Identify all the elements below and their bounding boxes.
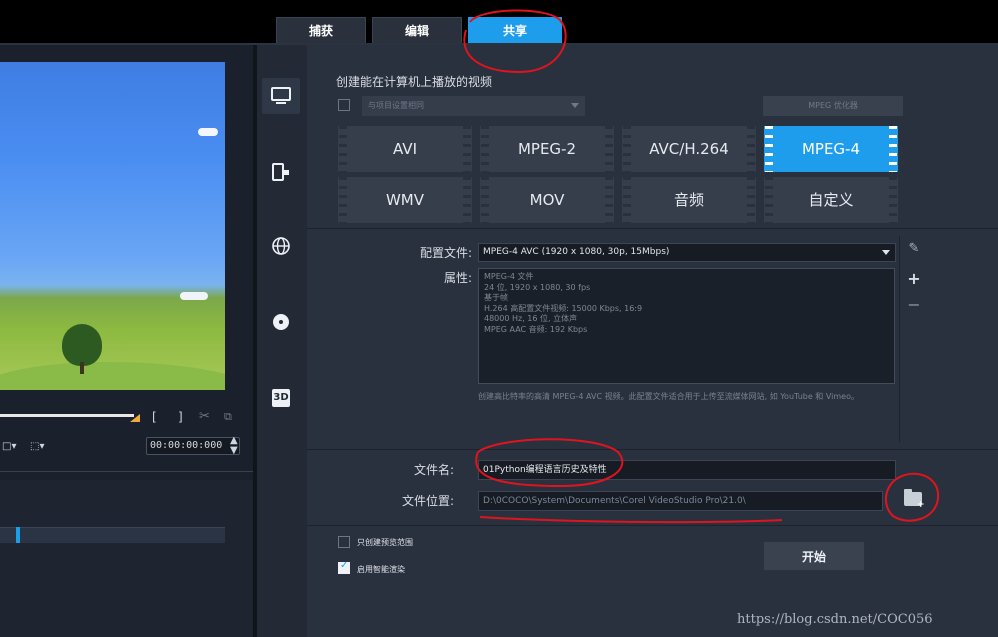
scissors-icon[interactable]: ✂ bbox=[199, 409, 210, 424]
filename-label: 文件名: bbox=[413, 463, 454, 477]
timecode-stepper-icon[interactable]: ▲ ▼ bbox=[230, 436, 238, 456]
format-avc-h264-button[interactable]: AVC/H.264 bbox=[622, 126, 756, 172]
section-divider bbox=[307, 525, 998, 526]
remove-profile-icon[interactable]: − bbox=[906, 295, 922, 314]
timecode-value: 00:00:00:000 bbox=[150, 440, 223, 451]
aspect-menu-icon[interactable]: □▾ bbox=[2, 441, 16, 452]
format-mpeg4-button[interactable]: MPEG-4 bbox=[764, 126, 898, 172]
timeline-track[interactable] bbox=[0, 527, 225, 543]
preview-cloud bbox=[198, 128, 218, 136]
same-as-project-dropdown: 与项目设置相同 bbox=[362, 96, 585, 116]
property-line: MPEG-4 文件 bbox=[484, 272, 534, 281]
web-globe-icon[interactable] bbox=[262, 228, 300, 264]
property-line: MPEG AAC 音频: 192 Kbps bbox=[484, 324, 588, 334]
computer-icon[interactable] bbox=[262, 78, 300, 114]
left-divider bbox=[0, 471, 253, 472]
start-button[interactable]: 开始 bbox=[763, 541, 865, 571]
scrub-bar[interactable] bbox=[0, 414, 134, 417]
top-tab-bar: 捕获 编辑 共享 bbox=[0, 0, 998, 44]
format-audio-button[interactable]: 音频 bbox=[622, 177, 756, 223]
disc-icon[interactable] bbox=[262, 304, 300, 340]
profile-value: MPEG-4 AVC (1920 x 1080, 30p, 15Mbps) bbox=[483, 247, 670, 257]
profile-label: 配置文件: bbox=[419, 246, 472, 260]
properties-label: 属性: bbox=[443, 271, 472, 285]
property-line: 基于帧 bbox=[484, 293, 508, 302]
file-location-label: 文件位置: bbox=[401, 494, 454, 508]
tab-share[interactable]: 共享 bbox=[468, 17, 562, 44]
preview-range-label: 只创建预览范围 bbox=[357, 538, 413, 547]
same-as-project-checkbox[interactable] bbox=[338, 99, 350, 111]
preview-range-checkbox[interactable] bbox=[338, 536, 350, 548]
mark-in-button[interactable]: [ bbox=[152, 410, 157, 424]
folder-plus-icon: + bbox=[917, 500, 925, 510]
share-category-column bbox=[257, 45, 307, 637]
properties-box: MPEG-4 文件 24 位, 1920 x 1080, 30 fps 基于帧 … bbox=[478, 268, 895, 384]
profile-dropdown[interactable]: MPEG-4 AVC (1920 x 1080, 30p, 15Mbps) bbox=[478, 243, 896, 262]
tab-edit[interactable]: 编辑 bbox=[372, 17, 462, 44]
smart-render-checkbox[interactable] bbox=[338, 560, 350, 574]
preview-tree-trunk bbox=[80, 362, 84, 374]
page-title: 创建能在计算机上播放的视频 bbox=[336, 75, 493, 89]
smart-render-label: 启用智能渲染 bbox=[357, 565, 405, 574]
format-avi-button[interactable]: AVI bbox=[338, 126, 472, 172]
property-line: H.264 高配置文件视频: 15000 Kbps, 16:9 bbox=[484, 303, 643, 313]
watermark: https://blog.csdn.net/COC056 bbox=[737, 612, 933, 627]
app-window: 捕获 编辑 共享 [ ] ✂ ⧉ □▾ ⬚▾ 00:00:00:000 ▲ ▼ 3… bbox=[0, 0, 998, 637]
timeline-area bbox=[0, 480, 253, 637]
timeline-playhead[interactable] bbox=[16, 527, 20, 543]
mpeg-optimizer-button: MPEG 优化器 bbox=[763, 96, 903, 116]
mark-out-button[interactable]: ] bbox=[178, 410, 183, 424]
3d-icon-label: 3D bbox=[272, 389, 290, 407]
device-icon[interactable] bbox=[262, 154, 300, 190]
copy-clip-icon[interactable]: ⧉ bbox=[224, 410, 232, 424]
tab-capture[interactable]: 捕获 bbox=[276, 17, 366, 44]
filename-input[interactable]: 01Python编程语言历史及特性 bbox=[478, 460, 896, 480]
vertical-divider bbox=[899, 236, 900, 442]
property-line: 24 位, 1920 x 1080, 30 fps bbox=[484, 282, 591, 292]
same-as-project-label: 与项目设置相同 bbox=[368, 101, 424, 110]
property-line: 48000 Hz, 16 位, 立体声 bbox=[484, 314, 578, 323]
edit-profile-icon[interactable]: ✎ bbox=[906, 241, 922, 256]
3d-icon[interactable]: 3D bbox=[262, 380, 300, 416]
section-divider bbox=[307, 449, 998, 450]
section-divider bbox=[307, 228, 998, 229]
crop-menu-icon[interactable]: ⬚▾ bbox=[30, 441, 44, 452]
chevron-down-icon bbox=[571, 103, 579, 108]
format-wmv-button[interactable]: WMV bbox=[338, 177, 472, 223]
preview-tree bbox=[62, 324, 102, 366]
format-mov-button[interactable]: MOV bbox=[480, 177, 614, 223]
timecode-field[interactable]: 00:00:00:000 bbox=[146, 437, 240, 455]
file-location-input[interactable]: D:\0COCO\System\Documents\Corel VideoStu… bbox=[478, 491, 883, 511]
preview-cloud bbox=[180, 292, 208, 300]
format-custom-button[interactable]: 自定义 bbox=[764, 177, 898, 223]
chevron-down-icon bbox=[882, 250, 890, 255]
video-preview bbox=[0, 62, 225, 390]
preview-hill bbox=[0, 362, 225, 390]
add-profile-icon[interactable]: + bbox=[906, 269, 922, 288]
profile-description: 创建高比特率的高清 MPEG-4 AVC 视频。此配置文件适合用于上传至流媒体网… bbox=[478, 392, 859, 401]
format-mpeg2-button[interactable]: MPEG-2 bbox=[480, 126, 614, 172]
